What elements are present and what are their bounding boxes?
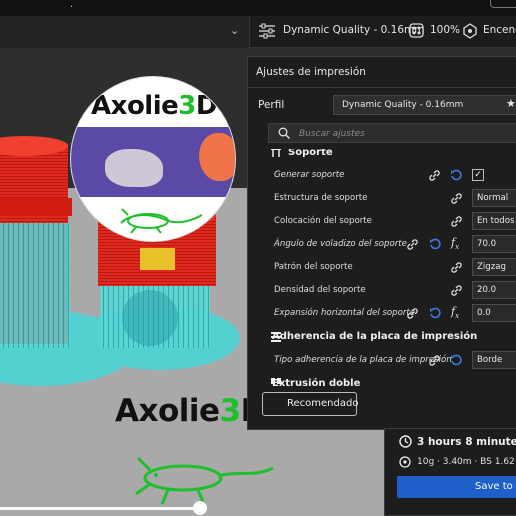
star-icon[interactable]: ★: [506, 97, 516, 110]
link-icon[interactable]: [406, 238, 419, 251]
link-icon[interactable]: [428, 354, 441, 367]
support-pattern-select[interactable]: Zigzag: [472, 258, 516, 276]
chevron-down-icon: ⌄: [230, 24, 240, 37]
reset-icon[interactable]: [450, 354, 462, 366]
reset-icon[interactable]: [450, 169, 462, 181]
setting-generate-support[interactable]: Generar soporte ✓: [248, 164, 516, 187]
function-icon[interactable]: fx: [451, 305, 459, 320]
setting-support-density[interactable]: Densidad del soporte 20.0: [248, 279, 516, 302]
axolotl-icon: [120, 208, 203, 234]
link-icon[interactable]: [406, 307, 419, 320]
logo-fish: [199, 133, 235, 181]
left-tower-ring: [0, 198, 72, 216]
setting-support-angle[interactable]: Ángulo de voladizo del soporte fx 70.0: [248, 233, 516, 256]
toolbar: ⌄ Dynamic Quality - 0.16mm 100% Encend: [0, 16, 516, 48]
material-usage: 10g · 3.40m · BS 1.62: [417, 457, 515, 467]
print-info-panel: 3 hours 8 minutes 10g · 3.40m · BS 1.62: [384, 428, 516, 516]
shadow-circle: [122, 290, 178, 346]
adhesion-type-select[interactable]: Borde: [472, 351, 516, 369]
link-icon[interactable]: [428, 169, 441, 182]
link-icon[interactable]: [450, 284, 463, 297]
support-density-input[interactable]: 20.0: [472, 281, 516, 299]
profile-select[interactable]: Dynamic Quality - 0.16mm: [333, 95, 516, 115]
top-bar: ·: [0, 0, 516, 16]
support-icon: [271, 149, 281, 157]
adhesion-label[interactable]: Encend: [483, 24, 516, 36]
clock-icon: [399, 435, 412, 448]
logo-text: Axolie3D: [91, 91, 217, 121]
support-structure-select[interactable]: Normal: [472, 189, 516, 207]
sliders-icon: [259, 23, 275, 39]
section-support[interactable]: Soporte: [248, 149, 516, 164]
profile-quality-label[interactable]: Dynamic Quality - 0.16mm: [283, 24, 424, 36]
spool-icon: [399, 456, 411, 468]
setting-support-pattern[interactable]: Patrón del soporte Zigzag: [248, 256, 516, 279]
settings-list[interactable]: Soporte Generar soporte ✓ Estructura de …: [248, 149, 516, 431]
setting-adhesion-type[interactable]: Tipo adherencia de la placa de impresión…: [248, 349, 516, 372]
save-to-disk-button[interactable]: Save to D: [397, 476, 516, 498]
link-icon[interactable]: [450, 192, 463, 205]
axolotl-watermark-icon: [135, 456, 274, 505]
print-settings-panel: Ajustes de impresión Perfil Dynamic Qual…: [247, 56, 516, 430]
search-input[interactable]: [299, 127, 499, 140]
section-adhesion[interactable]: Adherencia de la placa de impresión: [248, 326, 516, 348]
adhesion-icon: [463, 23, 477, 39]
profile-label: Perfil: [258, 99, 285, 111]
menu-dots: ·: [70, 2, 74, 13]
right-cylinder-detail: [140, 248, 175, 270]
logo-badge: Axolie3D: [70, 76, 236, 242]
logo-aquarium-photo: [71, 127, 235, 197]
support-expansion-input[interactable]: 0.0: [472, 304, 516, 322]
infill-icon: [409, 23, 424, 38]
settings-search[interactable]: [268, 123, 516, 143]
left-tower-supports: [0, 223, 70, 348]
support-placement-select[interactable]: En todos si: [472, 212, 516, 230]
infill-label[interactable]: 100%: [430, 24, 460, 36]
divider: [248, 87, 516, 88]
generate-support-checkbox[interactable]: ✓: [472, 169, 484, 181]
function-icon[interactable]: fx: [451, 236, 459, 251]
window-button[interactable]: [490, 0, 516, 8]
logo-rock: [105, 149, 163, 187]
link-icon[interactable]: [450, 215, 463, 228]
watermark-text: Axolie3D: [115, 393, 266, 429]
recommended-button[interactable]: Recomendado: [262, 392, 358, 416]
support-angle-input[interactable]: 70.0: [472, 235, 516, 253]
layer-slider-track[interactable]: [0, 507, 200, 510]
reset-icon[interactable]: [429, 238, 441, 250]
setting-support-structure[interactable]: Estructura de soporte Normal: [248, 187, 516, 210]
panel-title: Ajustes de impresión: [256, 66, 366, 78]
link-icon[interactable]: [450, 261, 463, 274]
setting-support-expansion[interactable]: Expansión horizontal del soporte fx 0.0: [248, 302, 516, 325]
reset-icon[interactable]: [429, 307, 441, 319]
printer-selector[interactable]: ⌄: [0, 16, 250, 48]
layer-slider-handle[interactable]: [193, 501, 207, 515]
print-time: 3 hours 8 minutes: [417, 436, 516, 448]
setting-support-placement[interactable]: Colocación del soporte En todos si: [248, 210, 516, 233]
search-icon: [278, 127, 290, 139]
